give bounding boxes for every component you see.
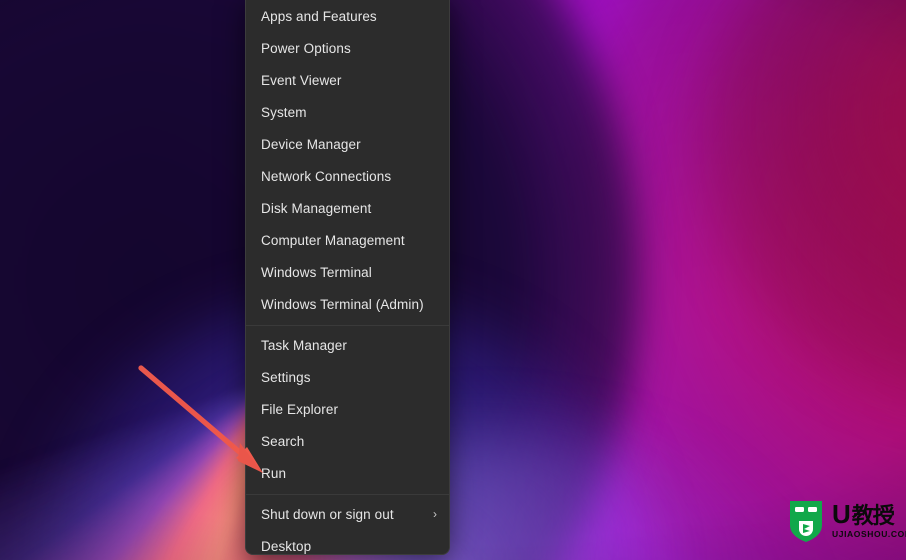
menu-item-power-options[interactable]: Power Options bbox=[246, 33, 449, 65]
menu-item-label: Power Options bbox=[261, 41, 351, 57]
menu-item-label: Disk Management bbox=[261, 201, 372, 217]
chevron-right-icon: › bbox=[433, 507, 437, 521]
menu-separator bbox=[246, 325, 449, 326]
menu-item-network-connections[interactable]: Network Connections bbox=[246, 161, 449, 193]
menu-item-computer-management[interactable]: Computer Management bbox=[246, 225, 449, 257]
menu-item-label: Task Manager bbox=[261, 338, 347, 354]
menu-item-label: Event Viewer bbox=[261, 73, 342, 89]
menu-item-label: Windows Terminal (Admin) bbox=[261, 297, 424, 313]
menu-item-label: Run bbox=[261, 466, 287, 482]
menu-item-desktop[interactable]: Desktop bbox=[246, 531, 449, 555]
menu-item-file-explorer[interactable]: File Explorer bbox=[246, 394, 449, 426]
menu-item-apps-and-features[interactable]: Apps and Features bbox=[246, 1, 449, 33]
menu-item-label: Search bbox=[261, 434, 305, 450]
menu-item-label: Settings bbox=[261, 370, 311, 386]
menu-group-system: Apps and Features Power Options Event Vi… bbox=[246, 1, 449, 321]
desktop-wallpaper bbox=[0, 0, 906, 560]
menu-item-event-viewer[interactable]: Event Viewer bbox=[246, 65, 449, 97]
menu-item-label: Computer Management bbox=[261, 233, 405, 249]
menu-item-disk-management[interactable]: Disk Management bbox=[246, 193, 449, 225]
menu-item-run[interactable]: Run bbox=[246, 458, 449, 490]
menu-item-label: Apps and Features bbox=[261, 9, 377, 25]
power-user-context-menu[interactable]: Apps and Features Power Options Event Vi… bbox=[245, 0, 450, 555]
menu-item-label: System bbox=[261, 105, 307, 121]
menu-item-windows-terminal-admin[interactable]: Windows Terminal (Admin) bbox=[246, 289, 449, 321]
menu-group-tools: Task Manager Settings File Explorer Sear… bbox=[246, 330, 449, 490]
menu-item-shut-down-or-sign-out[interactable]: Shut down or sign out › bbox=[246, 499, 449, 531]
menu-item-search[interactable]: Search bbox=[246, 426, 449, 458]
menu-item-settings[interactable]: Settings bbox=[246, 362, 449, 394]
menu-item-label: File Explorer bbox=[261, 402, 339, 418]
menu-separator bbox=[246, 494, 449, 495]
menu-item-system[interactable]: System bbox=[246, 97, 449, 129]
menu-item-label: Desktop bbox=[261, 539, 312, 555]
menu-item-device-manager[interactable]: Device Manager bbox=[246, 129, 449, 161]
menu-item-windows-terminal[interactable]: Windows Terminal bbox=[246, 257, 449, 289]
wallpaper-vignette bbox=[0, 0, 906, 560]
menu-item-label: Windows Terminal bbox=[261, 265, 372, 281]
screen: Apps and Features Power Options Event Vi… bbox=[0, 0, 906, 560]
menu-group-session: Shut down or sign out › Desktop bbox=[246, 499, 449, 555]
menu-item-label: Network Connections bbox=[261, 169, 392, 185]
menu-item-label: Shut down or sign out bbox=[261, 507, 394, 523]
menu-item-task-manager[interactable]: Task Manager bbox=[246, 330, 449, 362]
menu-item-label: Device Manager bbox=[261, 137, 361, 153]
